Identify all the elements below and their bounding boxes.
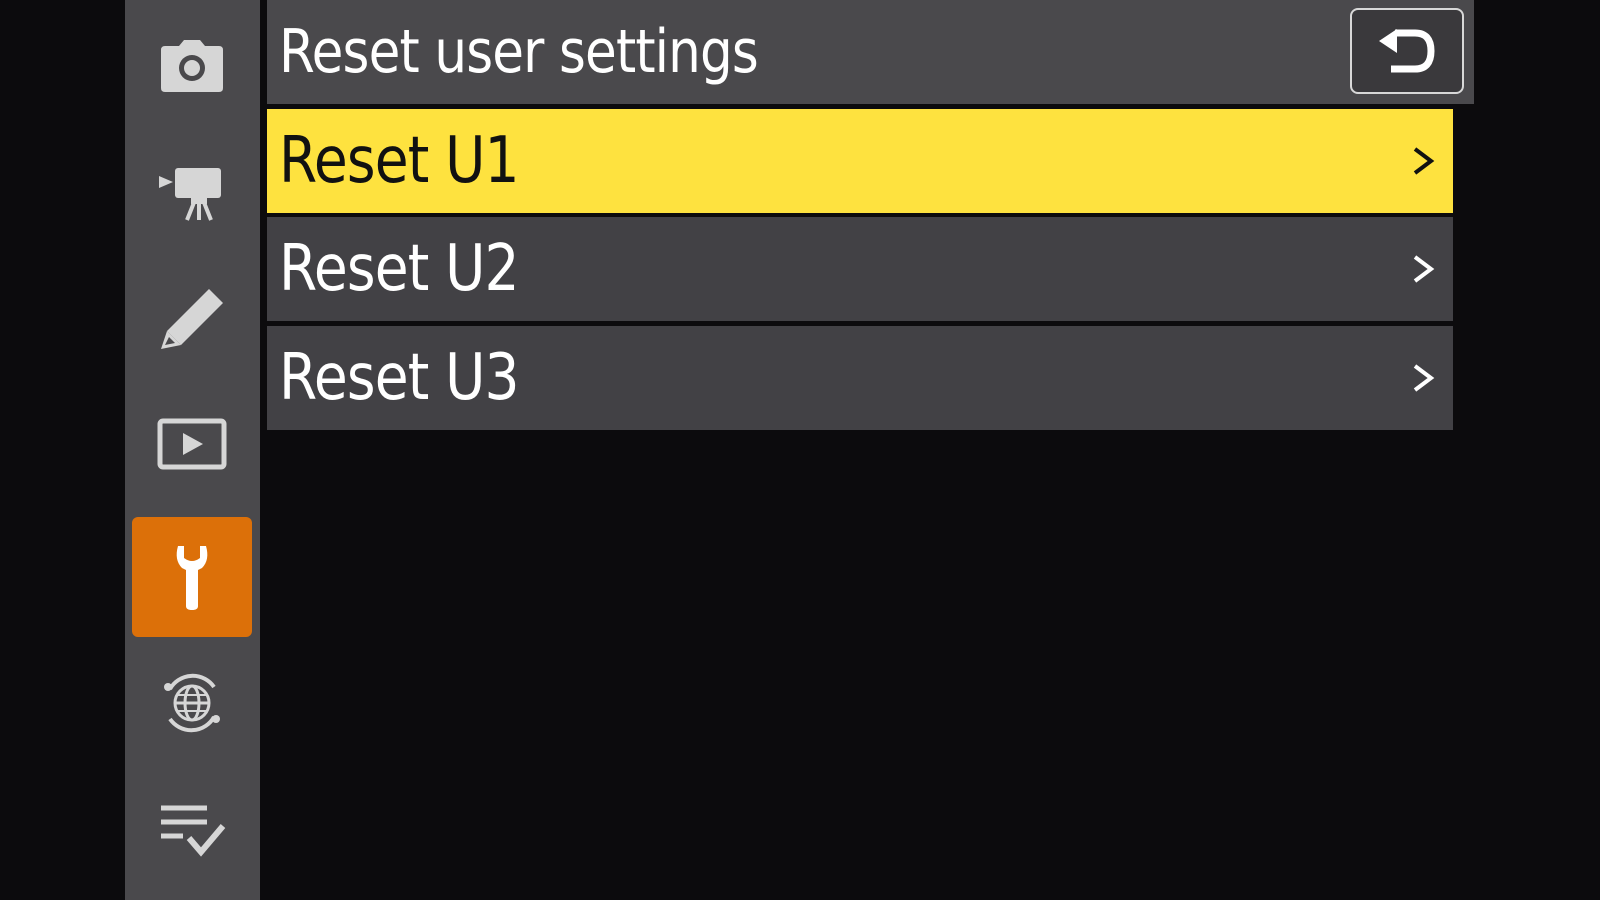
tab-video-recording[interactable] [132, 132, 252, 252]
return-arrow-icon [1379, 29, 1435, 73]
video-recording-camera-icon [159, 168, 221, 221]
menu-header: Reset user settings [267, 0, 1474, 104]
playback-icon [157, 418, 227, 470]
custom-settings-pencil-icon [161, 289, 223, 349]
menu-item-label: Reset U1 [279, 124, 520, 198]
tab-network[interactable] [132, 643, 252, 763]
tab-playback[interactable] [132, 384, 252, 504]
tab-photo-shooting[interactable] [132, 6, 252, 126]
tab-custom-settings[interactable] [132, 258, 252, 378]
menu-item-label: Reset U3 [279, 341, 520, 415]
photo-shooting-camera-icon [161, 40, 223, 92]
tab-my-menu[interactable] [132, 770, 252, 890]
menu-item-reset-u1[interactable]: Reset U1 [267, 109, 1453, 213]
back-button[interactable] [1350, 8, 1464, 94]
chevron-right-icon [1413, 147, 1435, 175]
menu-item-label: Reset U2 [279, 232, 520, 306]
menu-item-reset-u3[interactable]: Reset U3 [267, 326, 1453, 430]
page-title: Reset user settings [279, 17, 759, 87]
menu-item-reset-u2[interactable]: Reset U2 [267, 217, 1453, 321]
menu-sidebar [125, 0, 260, 900]
camera-menu-screen: Reset user settings Reset U1 Reset U2 Re… [0, 0, 1600, 900]
my-menu-icon [161, 805, 226, 857]
network-globe-icon [164, 673, 220, 733]
chevron-right-icon [1413, 364, 1435, 392]
setup-wrench-icon [176, 546, 208, 610]
chevron-right-icon [1413, 255, 1435, 283]
tab-setup[interactable] [132, 517, 252, 637]
